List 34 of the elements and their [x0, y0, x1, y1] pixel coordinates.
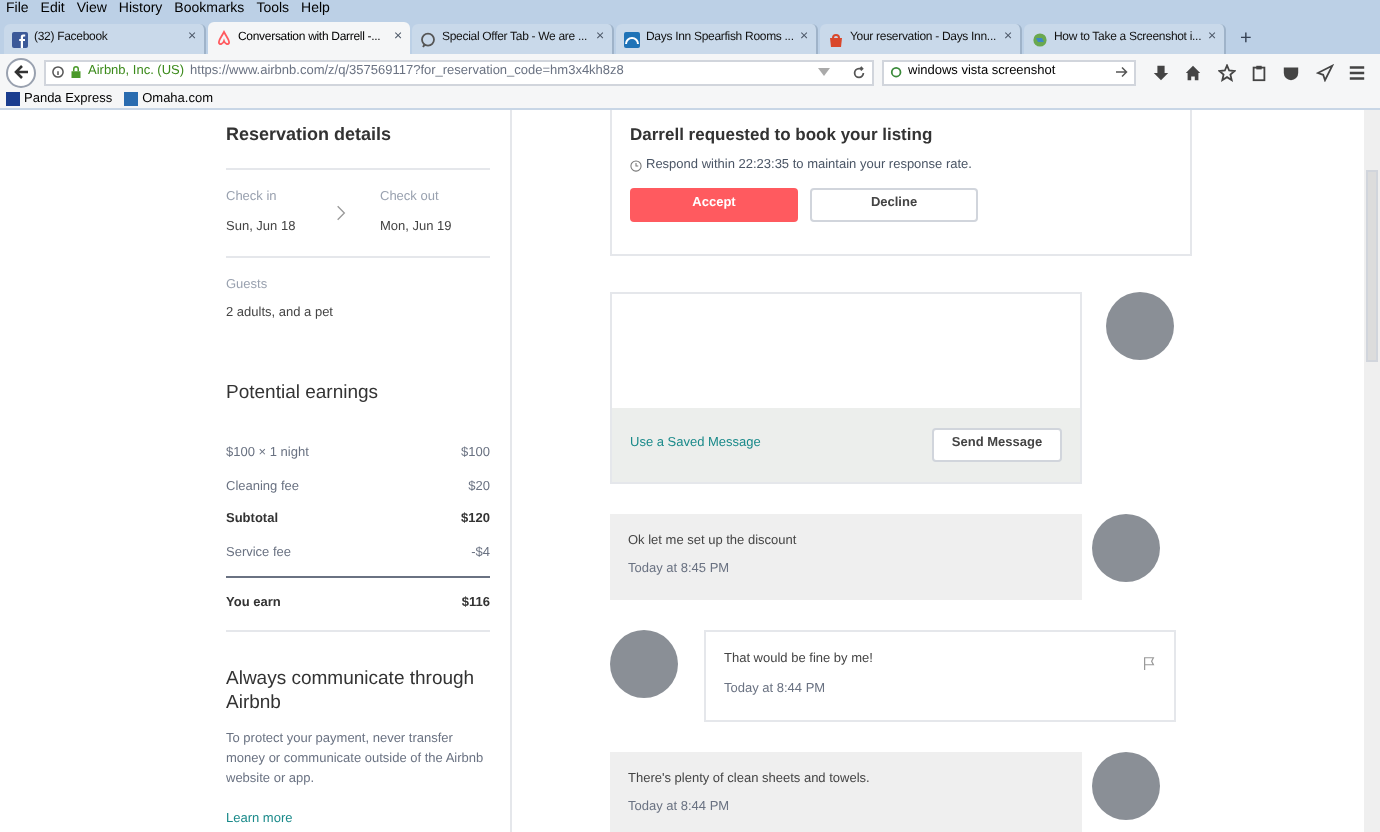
arrow-left-icon	[13, 64, 29, 80]
search-icon	[890, 65, 904, 79]
bookmark-favicon-icon	[6, 92, 20, 106]
clipboard-icon[interactable]	[1249, 63, 1268, 81]
tab-favicon-icon	[420, 31, 436, 47]
new-tab-button[interactable]: +	[1240, 30, 1252, 50]
avatar	[1106, 291, 1174, 359]
request-title: Darrell requested to book your listing	[630, 122, 935, 148]
menu-icon[interactable]	[1348, 63, 1367, 81]
section-title: Reservation details	[226, 122, 394, 148]
bookmark-favicon-icon	[124, 92, 139, 106]
arrow-icon[interactable]	[1116, 66, 1128, 78]
star-icon[interactable]	[1217, 63, 1236, 81]
notice-title: Always communicate through Airbnb	[226, 668, 477, 716]
clock-icon	[630, 159, 642, 172]
section-title: Potential earnings	[226, 380, 381, 408]
tab-favicon-icon	[12, 31, 28, 47]
tab-favicon-icon	[624, 31, 640, 47]
info-icon[interactable]	[52, 66, 64, 78]
avatar	[1092, 513, 1160, 581]
scrollbar[interactable]	[1364, 110, 1380, 832]
lock-icon	[70, 66, 82, 78]
avatar	[610, 630, 678, 698]
download-icon[interactable]	[1151, 63, 1170, 81]
send-icon[interactable]	[1315, 63, 1334, 81]
tab-favicon-icon	[216, 30, 232, 46]
tab-favicon-icon	[828, 31, 844, 47]
shield-icon[interactable]	[1282, 63, 1301, 81]
avatar	[1092, 751, 1160, 819]
reload-icon[interactable]	[852, 65, 866, 79]
flag-icon[interactable]	[1142, 656, 1156, 670]
chevron-right-icon	[336, 203, 346, 222]
tab-favicon-icon	[1032, 31, 1048, 47]
home-icon[interactable]	[1184, 63, 1203, 81]
